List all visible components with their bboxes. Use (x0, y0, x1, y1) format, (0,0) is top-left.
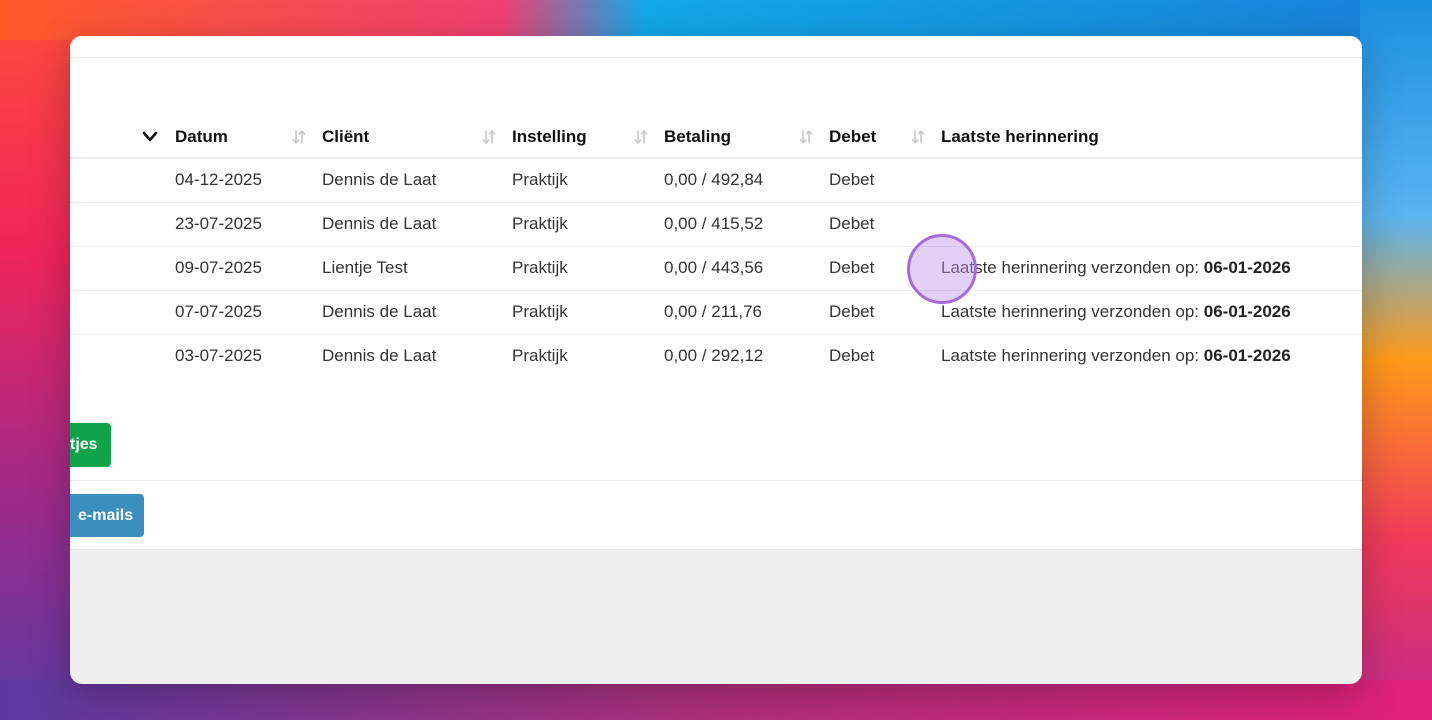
sort-arrows-icon[interactable] (482, 129, 496, 145)
cell-debet: Debet (829, 290, 941, 335)
cell-laatste-herinnering: Laatste herinnering verzonden op: 06-01-… (941, 290, 1362, 335)
cell-instelling: Praktijk (512, 246, 664, 291)
cell-debet: Debet (829, 346, 875, 366)
blue-button-label: e-mails (78, 506, 134, 524)
send-emails-button[interactable]: e-mails (70, 494, 144, 537)
cell-datum: 07-07-2025 (175, 290, 322, 335)
cell-laatste-herinnering (941, 202, 1362, 247)
column-header-label: Cliënt (322, 126, 370, 146)
row-spacer (70, 158, 175, 203)
column-header-label: Betaling (664, 126, 732, 146)
cell-datum: 03-07-2025 (175, 346, 262, 366)
reminder-text: Laatste herinnering verzonden op: (941, 346, 1204, 366)
cell-debet: Debet (829, 202, 941, 247)
section-divider (70, 480, 1362, 481)
reminder-text: Laatste herinnering verzonden op: (941, 302, 1204, 321)
sort-arrows-icon[interactable] (634, 129, 648, 145)
reminder-date: 06-01-2026 (1203, 346, 1291, 366)
cell-instelling: Praktijk (512, 158, 664, 203)
cell-client: Lientje Test (322, 246, 512, 291)
column-header-debet[interactable]: Debet (829, 116, 941, 159)
sort-arrows-icon[interactable] (911, 129, 925, 145)
green-button-label: tjes (70, 436, 98, 453)
reminder-date: 06-01-2026 (1203, 302, 1291, 321)
column-header-label: Instelling (512, 126, 587, 146)
chevron-down-icon[interactable] (142, 131, 158, 143)
column-header-betaling[interactable]: Betaling (664, 116, 829, 159)
cell-debet: Debet (829, 246, 941, 291)
cell-betaling: 0,00 / 292,12 (664, 346, 764, 366)
row-spacer (70, 334, 175, 378)
cell-debet: Debet (829, 158, 941, 203)
cell-laatste-herinnering (941, 158, 1362, 203)
cell-datum: 23-07-2025 (175, 202, 322, 247)
cell-betaling: 0,00 / 415,52 (664, 202, 829, 247)
cell-betaling: 0,00 / 443,56 (664, 246, 829, 291)
table-row[interactable]: 07-07-2025 Dennis de Laat Praktijk 0,00 … (70, 290, 1362, 335)
reminder-date: 06-01-2026 (1203, 258, 1291, 277)
cell-instelling: Praktijk (512, 202, 664, 247)
table-row[interactable]: 09-07-2025 Lientje Test Praktijk 0,00 / … (70, 246, 1362, 291)
table-row[interactable]: 03-07-2025 Dennis de Laat Praktijk 0,00 … (70, 334, 1362, 378)
table-header-row: Datum Cliënt Instelling Betaling Debet L… (70, 116, 1362, 159)
cell-betaling: 0,00 / 492,84 (664, 158, 829, 203)
sort-arrows-icon[interactable] (799, 129, 813, 145)
column-header-laatste-herinnering[interactable]: Laatste herinnering (941, 116, 1362, 159)
row-spacer (70, 246, 175, 291)
panel-divider-top (70, 57, 1362, 58)
cell-client: Dennis de Laat (322, 158, 512, 203)
expand-column-header (70, 116, 175, 159)
column-header-client[interactable]: Cliënt (322, 116, 512, 159)
column-header-instelling[interactable]: Instelling (512, 116, 664, 159)
app-window: Datum Cliënt Instelling Betaling Debet L… (70, 36, 1362, 684)
invoice-table: Datum Cliënt Instelling Betaling Debet L… (70, 116, 1362, 378)
column-header-label: Datum (175, 126, 228, 146)
table-row[interactable]: 04-12-2025 Dennis de Laat Praktijk 0,00 … (70, 158, 1362, 203)
cell-client: Dennis de Laat (322, 290, 512, 335)
cell-client: Dennis de Laat (322, 202, 512, 247)
cell-betaling: 0,00 / 211,76 (664, 290, 829, 335)
cell-laatste-herinnering: Laatste herinnering verzonden op: 06-01-… (941, 246, 1362, 291)
table-row[interactable]: 23-07-2025 Dennis de Laat Praktijk 0,00 … (70, 202, 1362, 247)
sort-arrows-icon[interactable] (292, 129, 306, 145)
column-header-label: Laatste herinnering (941, 126, 1099, 146)
column-header-datum[interactable]: Datum (175, 116, 322, 159)
cell-client: Dennis de Laat (322, 346, 437, 366)
cell-laatste-herinnering: Laatste herinnering verzonden op: 06-01-… (941, 334, 1362, 378)
row-spacer (70, 202, 175, 247)
reminder-text: Laatste herinnering verzonden op: (941, 258, 1204, 277)
row-spacer (70, 290, 175, 335)
cell-datum: 04-12-2025 (175, 158, 322, 203)
cell-instelling: Praktijk (512, 346, 568, 366)
green-action-button[interactable]: tjes (70, 423, 111, 467)
cell-instelling: Praktijk (512, 290, 664, 335)
invoice-panel: Datum Cliënt Instelling Betaling Debet L… (70, 36, 1362, 550)
cell-datum: 09-07-2025 (175, 246, 322, 291)
column-header-label: Debet (829, 126, 877, 146)
